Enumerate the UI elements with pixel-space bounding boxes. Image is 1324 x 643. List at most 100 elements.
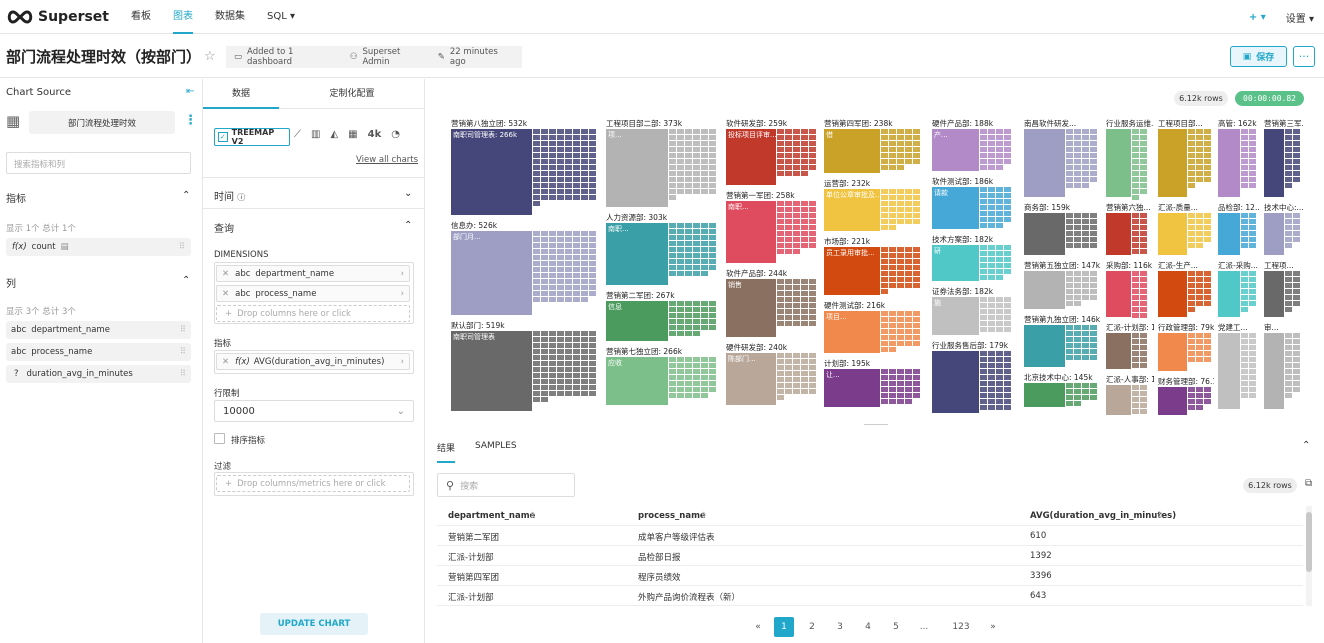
- treemap-cell[interactable]: [905, 341, 912, 346]
- treemap-cell[interactable]: [1082, 289, 1089, 294]
- columns-section-title[interactable]: 列: [6, 275, 16, 290]
- treemap-cell[interactable]: [1188, 351, 1195, 356]
- drag-handle-icon[interactable]: ⠿: [179, 242, 185, 252]
- treemap-cell[interactable]: [1204, 141, 1211, 146]
- nav-datasets[interactable]: 数据集: [215, 0, 245, 34]
- treemap-cell[interactable]: [709, 129, 716, 134]
- treemap-cell[interactable]: [565, 291, 572, 296]
- treemap-cell[interactable]: [793, 237, 800, 242]
- treemap-cell[interactable]: [709, 369, 716, 374]
- treemap-cell[interactable]: [980, 153, 987, 158]
- treemap-cell[interactable]: [897, 207, 904, 212]
- treemap-cell[interactable]: [1074, 337, 1081, 342]
- treemap-cell[interactable]: [1090, 237, 1097, 242]
- treemap-cell[interactable]: [1082, 171, 1089, 176]
- treemap-cell[interactable]: [677, 183, 684, 188]
- treemap-cell[interactable]: [581, 129, 588, 134]
- treemap-cell[interactable]: [1074, 401, 1081, 406]
- treemap-cell[interactable]: [889, 323, 896, 328]
- treemap-cell[interactable]: [533, 367, 540, 372]
- treemap-cell[interactable]: [785, 213, 792, 218]
- treemap-group[interactable]: 高管: 162k: [1216, 118, 1260, 200]
- treemap-cell[interactable]: [905, 399, 912, 404]
- treemap-cell[interactable]: [1293, 357, 1300, 362]
- treemap-cell[interactable]: [1249, 231, 1256, 236]
- filter-drop-zone[interactable]: + Drop columns/metrics here or click: [216, 475, 410, 492]
- treemap-cell[interactable]: [541, 279, 548, 284]
- treemap-cell[interactable]: [1082, 349, 1089, 354]
- treemap-cell[interactable]: [693, 147, 700, 152]
- treemap-cell[interactable]: [589, 177, 596, 182]
- treemap-cell[interactable]: [777, 129, 784, 134]
- treemap-cell[interactable]: [565, 285, 572, 290]
- treemap-cell[interactable]: [801, 171, 808, 176]
- treemap-cell[interactable]: [573, 273, 580, 278]
- treemap-cell[interactable]: [1132, 243, 1139, 248]
- treemap-cell[interactable]: [677, 271, 684, 276]
- treemap-cell[interactable]: [913, 381, 920, 386]
- treemap-cell[interactable]: [905, 253, 912, 258]
- treemap-cell[interactable]: [549, 171, 556, 176]
- treemap-cell[interactable]: [809, 315, 816, 320]
- treemap-cell[interactable]: [701, 235, 708, 240]
- treemap-cell[interactable]: [1066, 165, 1073, 170]
- treemap-cell[interactable]: [1074, 283, 1081, 288]
- treemap-cell[interactable]: [573, 195, 580, 200]
- treemap-cell[interactable]: [1293, 237, 1300, 242]
- treemap-cell[interactable]: [801, 141, 808, 146]
- treemap-cell[interactable]: [1293, 333, 1300, 338]
- treemap-cell[interactable]: [1196, 147, 1203, 152]
- treemap-cell[interactable]: [1004, 369, 1011, 374]
- treemap-cell[interactable]: [1241, 277, 1248, 282]
- treemap-cell[interactable]: [809, 201, 816, 206]
- treemap-cell[interactable]: [1249, 381, 1256, 386]
- treemap-cell[interactable]: [913, 265, 920, 270]
- treemap-cell[interactable]: [889, 335, 896, 340]
- treemap-cell[interactable]: [1004, 141, 1011, 146]
- treemap-cell[interactable]: [1090, 219, 1097, 224]
- results-search-input[interactable]: ⚲ 搜索: [437, 473, 575, 497]
- treemap-cell[interactable]: [1249, 387, 1256, 392]
- treemap-cell[interactable]: [1066, 401, 1073, 406]
- treemap-cell[interactable]: [533, 337, 540, 342]
- treemap-cell[interactable]: [573, 343, 580, 348]
- treemap-cell[interactable]: [1074, 171, 1081, 176]
- treemap-cell[interactable]: [1204, 159, 1211, 164]
- treemap-cell[interactable]: [1090, 343, 1097, 348]
- treemap-cell[interactable]: [785, 285, 792, 290]
- treemap-cell[interactable]: [677, 223, 684, 228]
- treemap-cell[interactable]: [549, 285, 556, 290]
- treemap-cell[interactable]: [1293, 231, 1300, 236]
- treemap-cell[interactable]: [913, 189, 920, 194]
- treemap-cell[interactable]: [1082, 337, 1089, 342]
- treemap-cell[interactable]: [988, 369, 995, 374]
- treemap-cell[interactable]: [980, 321, 987, 326]
- treemap-cell[interactable]: [905, 201, 912, 206]
- treemap-cell[interactable]: [1204, 225, 1211, 230]
- treemap-cell[interactable]: [541, 255, 548, 260]
- treemap-cell[interactable]: [589, 135, 596, 140]
- treemap-cell[interactable]: [1285, 153, 1292, 158]
- treemap-group[interactable]: 软件研发部: 259k 投标项目评审...: [724, 118, 820, 188]
- settings-menu[interactable]: 设置 ▾: [1286, 10, 1314, 25]
- treemap-cell[interactable]: [549, 237, 556, 242]
- treemap-cell[interactable]: [701, 135, 708, 140]
- treemap-cell[interactable]: [1024, 129, 1065, 197]
- treemap-cell[interactable]: [701, 241, 708, 246]
- treemap-cell[interactable]: [897, 375, 904, 380]
- treemap-cell[interactable]: 销售: [726, 279, 776, 337]
- treemap-cell[interactable]: [889, 135, 896, 140]
- treemap-group[interactable]: 运营部: 232k 单位公章审批及...: [822, 178, 928, 234]
- treemap-cell[interactable]: [1082, 277, 1089, 282]
- treemap-cell[interactable]: [897, 329, 904, 334]
- treemap-cell[interactable]: [1074, 183, 1081, 188]
- treemap-cell[interactable]: [785, 147, 792, 152]
- treemap-cell[interactable]: [589, 349, 596, 354]
- treemap-cell[interactable]: [557, 267, 564, 272]
- treemap-cell[interactable]: [589, 291, 596, 296]
- treemap-cell[interactable]: [1074, 349, 1081, 354]
- treemap-cell[interactable]: [573, 189, 580, 194]
- treemap-cell[interactable]: [685, 387, 692, 392]
- treemap-cell[interactable]: [1004, 381, 1011, 386]
- treemap-cell[interactable]: [533, 385, 540, 390]
